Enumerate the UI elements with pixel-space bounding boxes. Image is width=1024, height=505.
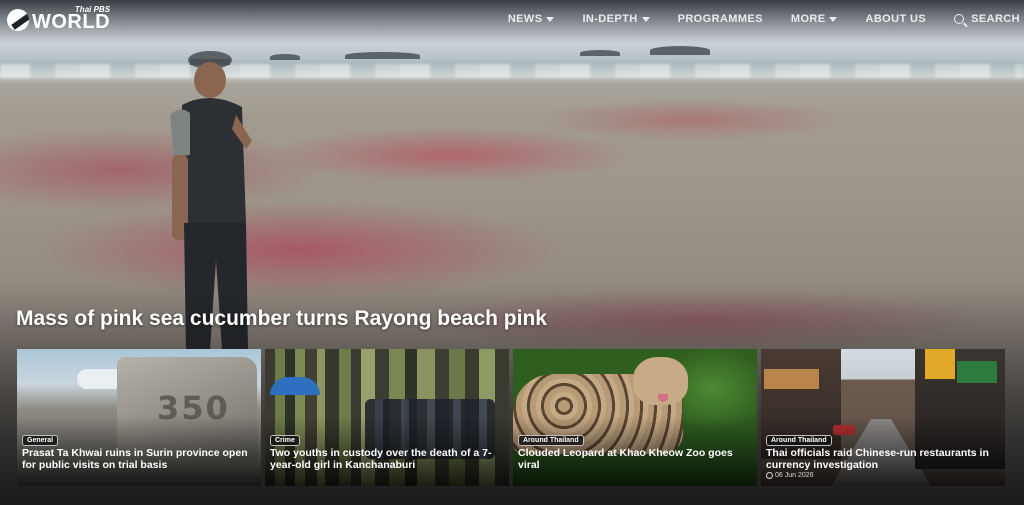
category-badge: Crime	[270, 435, 300, 446]
shop-sign	[764, 369, 819, 389]
chevron-down-icon	[641, 16, 650, 22]
nav-item-label: NEWS	[507, 13, 543, 25]
card-date: 06 Jun 2026	[766, 472, 814, 479]
nav-item-in-depth[interactable]: IN-DEPTH	[582, 13, 650, 25]
nav-item-programmes[interactable]: PROGRAMMES	[678, 13, 763, 25]
main-nav: Thai PBS WORLD NEWS IN-DEPTH PROGRAMMES …	[0, 0, 1024, 38]
logo-text: Thai PBS WORLD	[32, 5, 111, 33]
logo-small: Thai PBS	[74, 5, 111, 14]
news-cards: 350 General Prasat Ta Khwai ruins in Sur…	[17, 349, 1005, 486]
nav-item-label: SEARCH	[971, 13, 1020, 25]
news-card[interactable]: Around Thailand Thai officials raid Chin…	[761, 349, 1005, 486]
card-title[interactable]: Prasat Ta Khwai ruins in Surin province …	[22, 447, 255, 471]
chevron-down-icon	[546, 16, 555, 22]
logo-big: WORLD	[32, 11, 111, 33]
nav-item-about-us[interactable]: ABOUT US	[865, 13, 926, 25]
nav-item-label: PROGRAMMES	[677, 13, 763, 25]
hero-headline[interactable]: Mass of pink sea cucumber turns Rayong b…	[16, 307, 547, 331]
nav-menu: NEWS IN-DEPTH PROGRAMMES MORE ABOUT US S…	[508, 0, 1020, 38]
category-badge: Around Thailand	[766, 435, 832, 446]
shop-sign	[957, 361, 997, 383]
category-badge: Around Thailand	[518, 435, 584, 446]
nav-item-label: IN-DEPTH	[582, 13, 638, 25]
search-icon	[954, 14, 965, 24]
island	[270, 54, 300, 60]
island	[345, 52, 420, 59]
shop-sign	[925, 349, 955, 379]
nav-item-news[interactable]: NEWS	[508, 13, 555, 25]
category-badge: General	[22, 435, 59, 446]
nav-item-more[interactable]: MORE	[791, 13, 838, 25]
logo-icon	[7, 8, 29, 31]
card-date-text: 06 Jun 2026	[775, 472, 814, 479]
news-card[interactable]: 350 General Prasat Ta Khwai ruins in Sur…	[17, 349, 261, 486]
card-title[interactable]: Two youths in custody over the death of …	[270, 447, 503, 471]
site-logo[interactable]: Thai PBS WORLD	[7, 5, 111, 33]
island	[650, 46, 710, 55]
news-card[interactable]: Crime Two youths in custody over the dea…	[265, 349, 509, 486]
chevron-down-icon	[829, 16, 838, 22]
nav-item-search[interactable]: SEARCH	[954, 13, 1020, 25]
news-card[interactable]: Around Thailand Clouded Leopard at Khao …	[513, 349, 757, 486]
card-title[interactable]: Thai officials raid Chinese-run restaura…	[766, 447, 999, 471]
nav-item-label: ABOUT US	[865, 13, 927, 25]
umbrella-shape	[270, 377, 320, 395]
card-title[interactable]: Clouded Leopard at Khao Kheow Zoo goes v…	[518, 447, 751, 471]
sea-foam	[0, 64, 1024, 78]
nav-item-label: MORE	[790, 13, 826, 25]
clock-icon	[766, 472, 773, 479]
island	[580, 50, 620, 56]
